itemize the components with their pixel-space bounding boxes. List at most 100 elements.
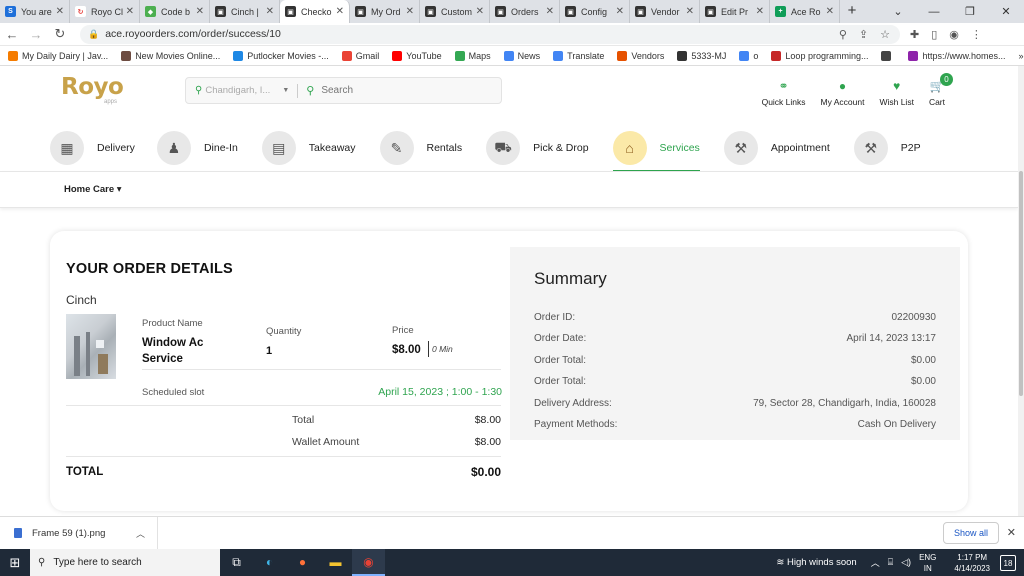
tab-close-icon[interactable]: ✕ [266, 6, 274, 17]
profile-icon[interactable]: ◉ [949, 28, 959, 41]
summary-row: Order ID: 02200930 [534, 312, 936, 323]
browser-tab[interactable]: ▣ Config ✕ [560, 0, 630, 23]
tab-close-icon[interactable]: ✕ [546, 6, 554, 17]
taskbar-search[interactable]: ⚲ Type here to search [30, 549, 220, 576]
browser-tab[interactable]: ↻ Royo Cl ✕ [70, 0, 140, 23]
category-p2p[interactable]: ⚒ P2P [853, 128, 921, 168]
browser-tab[interactable]: ▣ Checko ✕ [280, 0, 350, 23]
browser-tab[interactable]: ▣ Orders ✕ [490, 0, 560, 23]
tab-close-icon[interactable]: ✕ [406, 6, 414, 17]
header-link-wish-list[interactable]: ♥ Wish List [879, 79, 913, 107]
bookmark-item[interactable]: Vendors [617, 50, 664, 61]
category-icon: ⚒ [723, 131, 758, 165]
header-link-cart[interactable]: 🛒 Cart 0 [929, 73, 953, 107]
bookmark-item[interactable]: https://www.homes... [908, 50, 1006, 61]
more-bookmarks-icon[interactable]: » [1019, 51, 1024, 61]
summary-value: April 14, 2023 13:17 [846, 333, 936, 345]
tab-close-icon[interactable]: ✕ [616, 6, 624, 17]
header-link-my-account[interactable]: ● My Account [821, 79, 865, 107]
royo-logo[interactable]: Royo [61, 74, 124, 100]
menu-icon[interactable]: ⋮ [971, 28, 982, 41]
tab-favicon-icon: ▣ [635, 6, 646, 17]
url-bar[interactable]: 🔒 ace.royoorders.com/order/success/10 ⚲ … [80, 24, 900, 44]
category-appointment[interactable]: ⚒ Appointment [723, 128, 830, 168]
browser-tab[interactable]: ◆ Code b ✕ [140, 0, 210, 23]
home-care-menu[interactable]: Home Care ▾ [64, 184, 122, 195]
bookmark-item[interactable]: Loop programming... [771, 50, 868, 61]
chrome-icon[interactable]: ◉ [352, 549, 385, 576]
scrollbar-thumb[interactable] [1019, 171, 1023, 396]
tab-close-icon[interactable]: ✕ [126, 6, 134, 17]
browser-tab[interactable]: ▣ Custom ✕ [420, 0, 490, 23]
search-input[interactable] [321, 85, 482, 96]
bookmark-item[interactable]: New Movies Online... [121, 50, 220, 61]
new-tab-button[interactable]: + [840, 0, 864, 23]
language-indicator[interactable]: ENG IN [919, 552, 936, 574]
minimize-button[interactable]: — [916, 6, 952, 18]
bookmark-label: News [517, 50, 541, 61]
browser-tab[interactable]: ▣ Cinch | ✕ [210, 0, 280, 23]
category-dine-in[interactable]: ♟ Dine-In [156, 128, 238, 168]
browser-tab[interactable]: ▣ My Ord ✕ [350, 0, 420, 23]
clock[interactable]: 1:17 PM 4/14/2023 [954, 552, 990, 574]
network-icon[interactable]: ⌸ [888, 557, 893, 568]
volume-icon[interactable]: ◁) [901, 557, 911, 568]
task-view-icon[interactable]: ⧉ [220, 549, 253, 576]
tab-search-icon[interactable]: ⌄ [880, 5, 916, 18]
summary-row: Payment Methods: Cash On Delivery [534, 419, 936, 430]
bookmark-item[interactable]: Translate [553, 50, 604, 61]
tab-close-icon[interactable]: ✕ [476, 6, 484, 17]
bookmark-item[interactable]: News [503, 50, 541, 61]
windows-taskbar: ⊞ ⚲ Type here to search ⧉ ◐ ● ▬ ◉ ≋ High… [0, 549, 1024, 576]
page-scrollbar[interactable] [1018, 66, 1024, 516]
file-explorer-icon[interactable]: ▬ [319, 549, 352, 576]
bookmark-item[interactable]: 5333-MJ [677, 50, 726, 61]
back-button[interactable]: ← [0, 27, 24, 42]
category-rentals[interactable]: ✎ Rentals [379, 128, 462, 168]
bookmark-item[interactable]: Putlocker Movies -... [233, 50, 329, 61]
browser-tab[interactable]: ▣ Edit Pr ✕ [700, 0, 770, 23]
category-services[interactable]: ⌂ Services [612, 128, 701, 172]
extensions-icon[interactable]: ✚ [910, 28, 919, 41]
browser-tab[interactable]: + Ace Ro ✕ [770, 0, 840, 23]
windows-start-icon[interactable]: ⊞ [0, 555, 30, 571]
location-icon[interactable]: ⚲ [839, 28, 847, 41]
weather-widget[interactable]: ≋ High winds soon [776, 557, 856, 568]
firefox-icon[interactable]: ● [286, 549, 319, 576]
share-icon[interactable]: ⇪ [859, 28, 868, 41]
bookmark-item[interactable] [881, 50, 895, 61]
notification-icon[interactable]: 18 [1000, 554, 1016, 571]
bookmark-item[interactable]: YouTube [392, 50, 442, 61]
category-label: Appointment [770, 142, 830, 154]
tab-close-icon[interactable]: ✕ [196, 6, 204, 17]
tab-close-icon[interactable]: ✕ [336, 6, 344, 17]
show-all-button[interactable]: Show all [942, 522, 999, 544]
browser-tab[interactable]: S You are ✕ [0, 0, 70, 23]
maximize-button[interactable]: ❐ [952, 5, 988, 18]
chevron-up-icon[interactable]: ︿ [136, 527, 145, 540]
bookmark-item[interactable]: My Daily Dairy | Jav... [8, 50, 108, 61]
header-link-quick-links[interactable]: ⚭ Quick Links [762, 79, 806, 107]
location-selector[interactable]: Chandigarh, I... [205, 85, 277, 96]
tab-close-icon[interactable]: ✕ [56, 6, 64, 17]
category-delivery[interactable]: ▦ Delivery [50, 128, 135, 168]
browser-tab[interactable]: ▣ Vendor ✕ [630, 0, 700, 23]
side-panel-icon[interactable]: ▯ [931, 28, 937, 41]
tab-close-icon[interactable]: ✕ [686, 6, 694, 17]
reload-button[interactable]: ↻ [48, 26, 72, 42]
close-icon[interactable]: ✕ [1007, 526, 1016, 539]
bookmark-item[interactable]: Gmail [341, 50, 379, 61]
category-pick-drop[interactable]: ⛟ Pick & Drop [486, 128, 589, 168]
download-item[interactable]: Frame 59 (1).png ︿ [0, 516, 158, 550]
chevron-up-icon[interactable]: ︿ [871, 556, 880, 569]
tab-close-icon[interactable]: ✕ [826, 6, 834, 17]
edge-icon[interactable]: ◐ [253, 549, 286, 576]
bookmark-item[interactable]: Maps [454, 50, 491, 61]
tab-close-icon[interactable]: ✕ [756, 6, 764, 17]
bookmark-star-icon[interactable]: ☆ [880, 28, 890, 41]
category-takeaway[interactable]: ▤ Takeaway [261, 128, 356, 168]
bookmark-item[interactable]: o [739, 50, 758, 61]
chevron-down-icon[interactable]: ▼ [282, 87, 289, 94]
close-window-button[interactable]: ✕ [988, 5, 1024, 18]
forward-button[interactable]: → [24, 27, 48, 42]
